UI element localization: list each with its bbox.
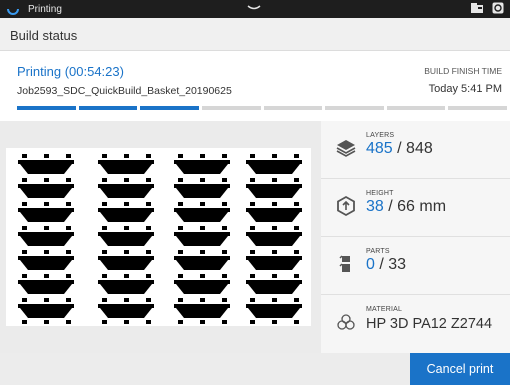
basket-part [98,202,154,222]
layers-label: LAYERS [366,132,395,139]
basket-part [18,250,74,270]
app-title: Printing [28,3,62,15]
basket-part [18,178,74,198]
refresh-icon[interactable] [492,2,504,17]
basket-part [246,154,302,174]
material-icon [335,311,357,333]
parts-value: 0 / 33 [366,256,406,274]
basket-part [174,178,230,198]
basket-part [18,298,74,318]
basket-part [246,226,302,246]
cancel-print-button[interactable]: Cancel print [410,353,510,385]
height-value: 38 / 66 mm [366,198,446,216]
parts-icon [335,253,357,275]
print-state: Printing (00:54:23) [17,64,124,79]
basket-part [18,274,74,294]
parts-current: 0 [366,256,375,273]
part-marker [66,320,71,324]
part-marker [178,320,183,324]
basket-part [98,274,154,294]
basket-part [246,274,302,294]
basket-part [98,226,154,246]
part-marker [146,320,151,324]
layers-value: 485 / 848 [366,140,433,158]
part-marker [44,320,49,324]
layers-icon [335,137,357,159]
progress-segment [17,106,76,110]
progress-segment [201,106,261,110]
stat-material: MATERIAL HP 3D PA12 Z2744 [321,295,510,353]
part-marker [222,320,227,324]
part-marker [102,320,107,324]
build-progress-bar [17,106,507,110]
part-marker [124,320,129,324]
stat-parts: PARTS 0 / 33 [321,237,510,295]
basket-part [18,202,74,222]
progress-segment [386,106,446,110]
basket-part [98,250,154,270]
chevron-down-icon[interactable] [244,3,264,16]
parts-label: PARTS [366,248,390,255]
finish-time-value: Today 5:41 PM [428,83,502,95]
height-total: / 66 mm [388,198,447,215]
printing-screen: Printing Build status Printing (00:54:23… [0,0,510,385]
progress-segment [325,106,384,110]
printing-icon [4,0,22,18]
height-icon [335,195,357,217]
page-header: Build status [0,18,510,51]
part-marker [250,320,255,324]
status-bar: Printing [0,0,510,18]
height-label: HEIGHT [366,190,394,197]
basket-part [174,250,230,270]
material-label: MATERIAL [366,306,403,313]
basket-part [18,226,74,246]
basket-part [174,298,230,318]
part-marker [22,320,27,324]
progress-segment [448,106,507,110]
basket-part [18,154,74,174]
part-marker [272,320,277,324]
basket-part [174,154,230,174]
basket-part [246,202,302,222]
progress-segment [263,106,323,110]
folder-icon[interactable] [470,2,484,17]
layers-current: 485 [366,140,393,157]
basket-part [98,178,154,198]
part-marker [200,320,205,324]
material-value: HP 3D PA12 Z2744 [366,316,493,332]
basket-part [246,250,302,270]
basket-part [174,226,230,246]
stat-layers: LAYERS 485 / 848 [321,121,510,179]
finish-time-label: BUILD FINISH TIME [424,66,502,76]
part-marker [294,320,299,324]
job-name: Job2593_SDC_QuickBuild_Basket_20190625 [17,85,232,97]
parts-total: / 33 [379,256,407,273]
page-title: Build status [10,28,78,43]
height-current: 38 [366,198,384,215]
basket-part [174,202,230,222]
stats-panel: LAYERS 485 / 848 HEIGHT 38 / 66 mm PARTS… [321,121,510,353]
basket-part [246,178,302,198]
build-preview [6,148,311,326]
layers-total: / 848 [397,140,433,157]
progress-segment [140,106,199,110]
basket-part [98,298,154,318]
basket-part [246,298,302,318]
basket-part [98,154,154,174]
stat-height: HEIGHT 38 / 66 mm [321,179,510,237]
progress-segment [78,106,138,110]
basket-part [174,274,230,294]
